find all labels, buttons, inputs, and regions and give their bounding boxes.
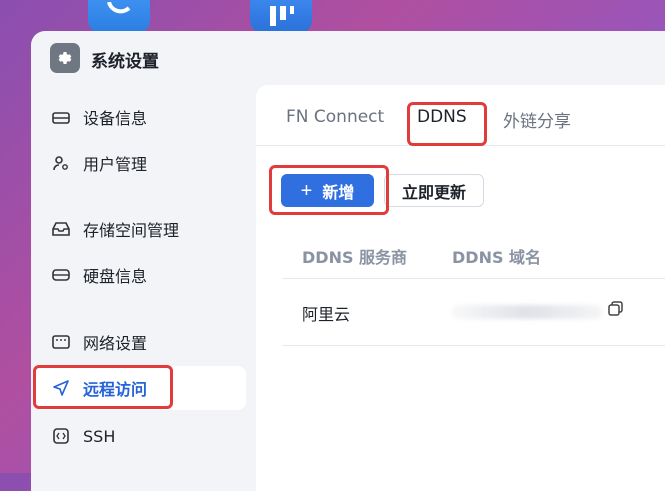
copy-icon[interactable] [608,301,624,321]
sidebar-item-device-info[interactable]: 设备信息 [35,95,246,139]
redacted-domain [452,305,602,319]
column-header-domain: DDNS 域名 [452,248,542,267]
provider-cell: 阿里云 [302,305,351,324]
drive-icon [51,107,71,127]
sidebar-item-ssh[interactable]: SSH [35,414,246,458]
sidebar-item-label: 网络设置 [83,334,148,353]
terminal-icon [51,426,71,446]
disk-icon [51,265,71,285]
table-header: DDNS 服务商 DDNS 域名 [282,228,665,279]
send-arrow-icon [51,378,71,398]
settings-gear-icon [50,43,80,73]
refresh-now-button[interactable]: 立即更新 [384,174,484,207]
desktop-app-icon[interactable] [250,0,312,34]
sidebar-item-label: 硬盘信息 [83,267,148,286]
main-panel: FN Connect DDNS 外链分享 + 新增 立即更新 DDNS 服务商 … [256,85,665,491]
storage-box-icon [51,219,71,239]
sidebar-item-storage[interactable]: 存储空间管理 [35,207,246,251]
desktop-app-icon[interactable] [88,0,150,34]
user-gear-icon [51,153,71,173]
sidebar-item-label: 远程访问 [83,380,148,399]
sidebar-item-label: 用户管理 [83,155,148,174]
sidebar-item-disk-info[interactable]: 硬盘信息 [35,253,246,297]
sidebar-item-label: SSH [83,426,116,446]
sidebar-item-user-management[interactable]: 用户管理 [35,141,246,185]
window-title: 系统设置 [91,52,159,72]
network-icon [51,332,71,352]
tab-ddns[interactable]: DDNS [417,107,467,127]
settings-window: 系统设置 设备信息 用户管理 存储空间管理 硬盘信息 网络设置 远程访问 SSH… [31,31,665,491]
table-row[interactable]: 阿里云 [282,279,665,346]
add-button[interactable]: + 新增 [281,174,374,207]
tab-bar: FN Connect DDNS 外链分享 [256,85,665,146]
column-header-provider: DDNS 服务商 [302,248,408,267]
sidebar-item-label: 设备信息 [83,109,148,128]
add-button-label: 新增 [322,184,355,202]
tab-external-share[interactable]: 外链分享 [503,107,571,132]
plus-icon: + [300,179,313,202]
tab-fn-connect[interactable]: FN Connect [286,107,384,127]
sidebar-item-label: 存储空间管理 [83,221,180,240]
sidebar-item-network[interactable]: 网络设置 [35,320,246,364]
sidebar-item-remote-access[interactable]: 远程访问 [35,366,246,410]
title-bar: 系统设置 [31,31,665,87]
active-tab-indicator [409,143,469,145]
